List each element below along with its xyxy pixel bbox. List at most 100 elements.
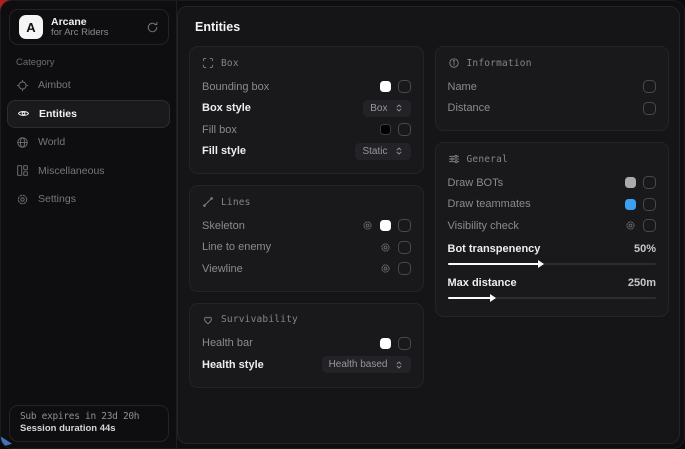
app-window: A Arcane for Arc Riders Category AimbotE…: [0, 0, 685, 449]
row-controls: [380, 80, 411, 93]
row-label: Skeleton: [202, 220, 245, 232]
toggle-row: Name: [448, 76, 657, 98]
row-controls: [380, 241, 411, 254]
select-health-style[interactable]: Health based: [322, 356, 411, 373]
gear-icon[interactable]: [380, 242, 391, 253]
card-title: Box: [221, 58, 239, 69]
toggle-row: Bounding box: [202, 76, 411, 98]
slider-track[interactable]: [448, 297, 657, 299]
sidebar-item-label: Aimbot: [38, 79, 71, 91]
card-header: Lines: [202, 196, 411, 208]
slider-knob[interactable]: [490, 294, 496, 302]
brand-title: Arcane: [51, 16, 138, 28]
slider-label: Bot transpenency: [448, 243, 541, 255]
main-panel: Entities BoxBounding boxBox styleBoxFill…: [177, 6, 680, 444]
eye-icon: [17, 107, 30, 120]
slider-label: Max distance: [448, 277, 517, 289]
row-label: Visibility check: [448, 220, 519, 232]
checkbox-draw-bots[interactable]: [643, 176, 656, 189]
select-fill-style[interactable]: Static: [355, 143, 410, 160]
row-controls: [625, 176, 656, 189]
sliders-icon: [448, 153, 460, 165]
sidebar-item-world[interactable]: World: [7, 128, 170, 156]
card-header: Survivability: [202, 314, 411, 326]
gear-icon[interactable]: [625, 220, 636, 231]
row-label: Health bar: [202, 337, 253, 349]
slider-track[interactable]: [448, 263, 657, 265]
card-header: General: [448, 153, 657, 165]
row-controls: [643, 102, 656, 115]
sidebar-item-miscellaneous[interactable]: Miscellaneous: [7, 157, 170, 185]
row-label: Draw teammates: [448, 198, 531, 210]
slider-value: 250m: [628, 277, 656, 289]
toggle-row: Line to enemy: [202, 237, 411, 259]
checkbox-viewline[interactable]: [398, 262, 411, 275]
row-controls: [643, 80, 656, 93]
checkbox-fill-box[interactable]: [398, 123, 411, 136]
slider-fill: [448, 297, 492, 299]
checkbox-visibility-check[interactable]: [643, 219, 656, 232]
gear-icon[interactable]: [380, 263, 391, 274]
slider-knob[interactable]: [538, 260, 544, 268]
row-controls: Static: [355, 143, 410, 160]
layout-icon: [16, 164, 29, 177]
sidebar-item-aimbot[interactable]: Aimbot: [7, 71, 170, 99]
checkbox-health-bar[interactable]: [398, 337, 411, 350]
checkbox-skeleton[interactable]: [398, 219, 411, 232]
row-label: Bounding box: [202, 81, 269, 93]
crosshair-icon: [16, 79, 29, 92]
row-label: Box style: [202, 102, 251, 114]
checkbox-line-to-enemy[interactable]: [398, 241, 411, 254]
refresh-icon[interactable]: [146, 21, 159, 34]
brand-text: Arcane for Arc Riders: [51, 16, 138, 39]
unfold-icon: [394, 103, 404, 113]
info-icon: [448, 57, 460, 69]
toggle-row: Fill box: [202, 119, 411, 141]
row-label: Name: [448, 81, 477, 93]
select-box-style[interactable]: Box: [363, 100, 410, 117]
color-swatch[interactable]: [625, 199, 636, 210]
select-row: Health styleHealth based: [202, 354, 411, 376]
color-swatch[interactable]: [380, 220, 391, 231]
sidebar-item-settings[interactable]: Settings: [7, 185, 170, 213]
row-label: Fill style: [202, 145, 246, 157]
checkbox-draw-teammates[interactable]: [643, 198, 656, 211]
line-icon: [202, 196, 214, 208]
sidebar: A Arcane for Arc Riders Category AimbotE…: [1, 1, 177, 448]
card-lines: Lines Skeleton Line to enemy Viewline: [189, 185, 424, 292]
heart-icon: [202, 314, 214, 326]
session-duration-text: Session duration 44s: [20, 423, 158, 434]
gear-icon[interactable]: [362, 220, 373, 231]
row-label: Fill box: [202, 124, 237, 136]
color-swatch[interactable]: [380, 338, 391, 349]
gear-icon: [16, 193, 29, 206]
select-row: Fill style Static: [202, 141, 411, 163]
slider-row: Max distance 250m: [448, 271, 657, 305]
color-swatch[interactable]: [380, 81, 391, 92]
card-column: Box Bounding box Box style Box Fill box Fill …: [189, 46, 424, 399]
checkbox-bounding-box[interactable]: [398, 80, 411, 93]
sidebar-item-entities[interactable]: Entities: [7, 100, 170, 128]
row-controls: [362, 219, 411, 232]
toggle-row: Viewline: [202, 258, 411, 280]
select-value: Static: [362, 146, 387, 157]
row-controls: Health based: [322, 356, 411, 373]
toggle-row: Health bar: [202, 333, 411, 355]
checkbox-name[interactable]: [643, 80, 656, 93]
box-icon: [202, 57, 214, 69]
brand-avatar: A: [19, 15, 43, 39]
select-value: Health based: [329, 359, 388, 370]
row-label: Draw BOTs: [448, 177, 504, 189]
color-swatch[interactable]: [625, 177, 636, 188]
color-swatch[interactable]: [380, 124, 391, 135]
sub-expiry-text: Sub expires in 23d 20h: [20, 411, 158, 422]
unfold-icon: [394, 360, 404, 370]
row-label: Line to enemy: [202, 241, 271, 253]
card-title: Lines: [221, 197, 251, 208]
sidebar-item-label: Entities: [39, 108, 77, 120]
checkbox-distance[interactable]: [643, 102, 656, 115]
row-controls: [380, 337, 411, 350]
subscription-card: Sub expires in 23d 20h Session duration …: [9, 405, 169, 442]
row-controls: Box: [363, 100, 410, 117]
card-title: Information: [467, 58, 532, 69]
